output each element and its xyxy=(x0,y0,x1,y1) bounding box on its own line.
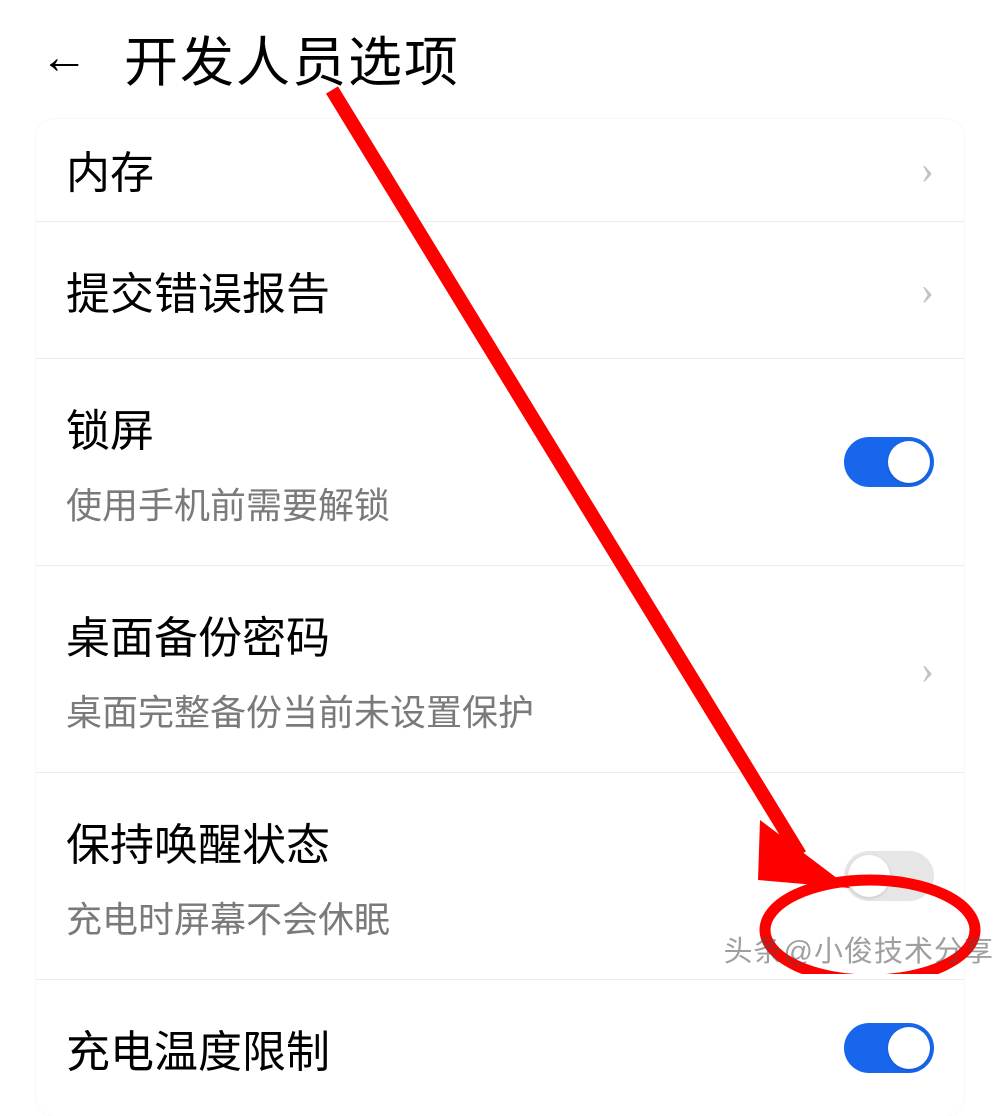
chevron-right-icon: › xyxy=(901,146,934,193)
toggle-lock-screen[interactable] xyxy=(844,437,934,487)
row-stay-awake-label: 保持唤醒状态 xyxy=(66,809,844,873)
back-icon[interactable]: ← xyxy=(40,34,88,82)
row-backup-password-label: 桌面备份密码 xyxy=(66,602,901,666)
row-memory-label: 内存 xyxy=(66,137,901,201)
chevron-right-icon: › xyxy=(901,267,934,314)
row-lock-screen: 锁屏 使用手机前需要解锁 xyxy=(36,359,964,566)
row-backup-password[interactable]: 桌面备份密码 桌面完整备份当前未设置保护 › xyxy=(36,566,964,773)
row-lock-screen-label: 锁屏 xyxy=(66,395,844,459)
toggle-stay-awake[interactable] xyxy=(844,851,934,901)
toggle-temp-limit[interactable] xyxy=(844,1023,934,1073)
row-temp-limit-label: 充电温度限制 xyxy=(66,1016,844,1080)
row-temp-limit: 充电温度限制 xyxy=(36,980,964,1116)
row-lock-screen-desc: 使用手机前需要解锁 xyxy=(66,477,844,529)
watermark-text: 头条@小俊技术分享 xyxy=(724,928,994,970)
row-memory[interactable]: 内存 › xyxy=(36,119,964,222)
row-bug-report-label: 提交错误报告 xyxy=(66,258,901,322)
page-title: 开发人员选项 xyxy=(124,18,460,97)
chevron-right-icon: › xyxy=(901,646,934,693)
row-backup-password-desc: 桌面完整备份当前未设置保护 xyxy=(66,684,901,736)
page-header: ← 开发人员选项 xyxy=(0,0,1000,119)
row-bug-report[interactable]: 提交错误报告 › xyxy=(36,222,964,359)
